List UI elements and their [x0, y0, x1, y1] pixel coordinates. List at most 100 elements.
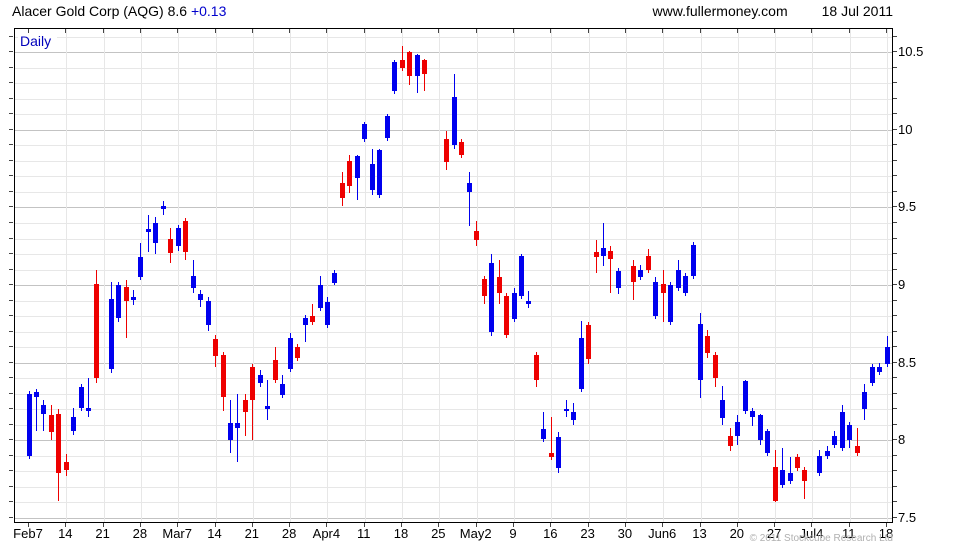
y-tick-left	[9, 51, 13, 53]
y-tick-right	[893, 516, 897, 518]
gridline-week	[812, 29, 814, 522]
candle-wick	[237, 393, 239, 462]
y-axis-label: 7.5	[898, 509, 917, 525]
y-tick-left	[9, 284, 13, 285]
x-tick-top	[177, 29, 179, 33]
y-tick-left	[9, 423, 13, 425]
candle	[593, 252, 599, 258]
y-tick-left	[9, 361, 13, 363]
candle	[578, 337, 584, 389]
candle	[847, 424, 853, 441]
x-axis-label: 14	[207, 526, 222, 541]
y-tick-right	[893, 113, 897, 115]
x-tick-top	[289, 29, 291, 33]
candle	[272, 359, 278, 380]
x-axis-label: Apr4	[312, 526, 341, 541]
candle	[608, 250, 614, 259]
candle	[392, 61, 398, 92]
candle	[26, 393, 32, 456]
y-tick-right	[893, 315, 897, 317]
candle	[399, 60, 405, 68]
x-axis-label: 16	[543, 526, 558, 541]
gridline-major	[15, 517, 892, 519]
candle	[720, 399, 726, 419]
x-axis-label: 14	[58, 526, 73, 541]
candle	[869, 367, 875, 383]
gridline-major	[15, 285, 892, 286]
candle	[862, 392, 868, 410]
candle	[317, 285, 323, 309]
y-tick-right	[893, 222, 897, 223]
candle	[421, 60, 427, 74]
candle	[377, 150, 383, 195]
candle	[280, 384, 286, 396]
y-tick-right	[893, 237, 897, 239]
x-axis-label: 9	[509, 526, 517, 541]
y-tick-right	[893, 253, 897, 254]
candle	[601, 247, 606, 256]
candle	[265, 406, 271, 410]
y-tick-right	[893, 51, 897, 53]
candle	[839, 412, 845, 448]
gridline-week	[402, 29, 403, 522]
candle	[123, 286, 129, 301]
candle	[683, 275, 689, 293]
gridline-week	[514, 29, 515, 522]
gridline-minor	[15, 191, 892, 193]
candle	[854, 446, 860, 453]
candle	[116, 285, 121, 318]
copyright-notice: © 2011 Stockcube Research Ltd	[749, 533, 893, 544]
candle-wick	[603, 223, 604, 267]
gridline-minor	[15, 502, 892, 504]
y-tick-right	[893, 144, 897, 146]
gridline-week	[476, 29, 478, 522]
y-tick-left	[9, 330, 13, 332]
candle	[645, 255, 651, 270]
candle	[698, 323, 703, 380]
y-tick-right	[893, 361, 897, 363]
gridline-minor	[15, 378, 892, 380]
gridline-week	[103, 29, 105, 522]
y-tick-left	[9, 82, 13, 84]
candle	[287, 337, 293, 369]
candle	[727, 435, 733, 447]
candle	[824, 451, 830, 456]
candle	[630, 266, 636, 282]
gridline-week	[439, 29, 441, 522]
candle	[504, 295, 509, 335]
candle	[183, 221, 189, 253]
y-axis-label: 10	[898, 121, 913, 137]
candle	[227, 423, 233, 441]
instrument-name-price: Alacer Gold Corp (AQG) 8.6	[12, 3, 191, 19]
candle	[526, 300, 532, 304]
candle	[668, 285, 674, 323]
candle	[213, 339, 218, 357]
gridline-major	[15, 207, 892, 209]
x-tick-top	[624, 29, 626, 33]
gridline-week	[290, 29, 292, 522]
candle	[160, 205, 166, 209]
candle	[474, 230, 480, 240]
candle	[175, 227, 181, 247]
gridline-minor	[15, 67, 892, 69]
y-tick-right	[893, 408, 897, 410]
candle	[108, 299, 114, 369]
gridline-minor	[15, 316, 892, 318]
candle-wick	[147, 215, 149, 253]
y-tick-left	[9, 35, 13, 37]
y-tick-right	[893, 299, 897, 301]
y-tick-right	[893, 423, 897, 425]
x-tick-top	[550, 29, 552, 33]
gridline-minor	[15, 455, 892, 457]
y-tick-left	[9, 159, 13, 161]
candle	[653, 281, 659, 316]
gridline-minor	[15, 331, 892, 333]
candle	[466, 182, 472, 192]
y-tick-right	[893, 190, 897, 192]
y-tick-right	[893, 439, 897, 441]
candle	[332, 272, 338, 284]
x-tick-top	[475, 29, 477, 33]
y-tick-left	[9, 144, 13, 146]
candle	[242, 399, 248, 413]
header-right: www.fullermoney.com 18 Jul 2011	[653, 3, 893, 19]
